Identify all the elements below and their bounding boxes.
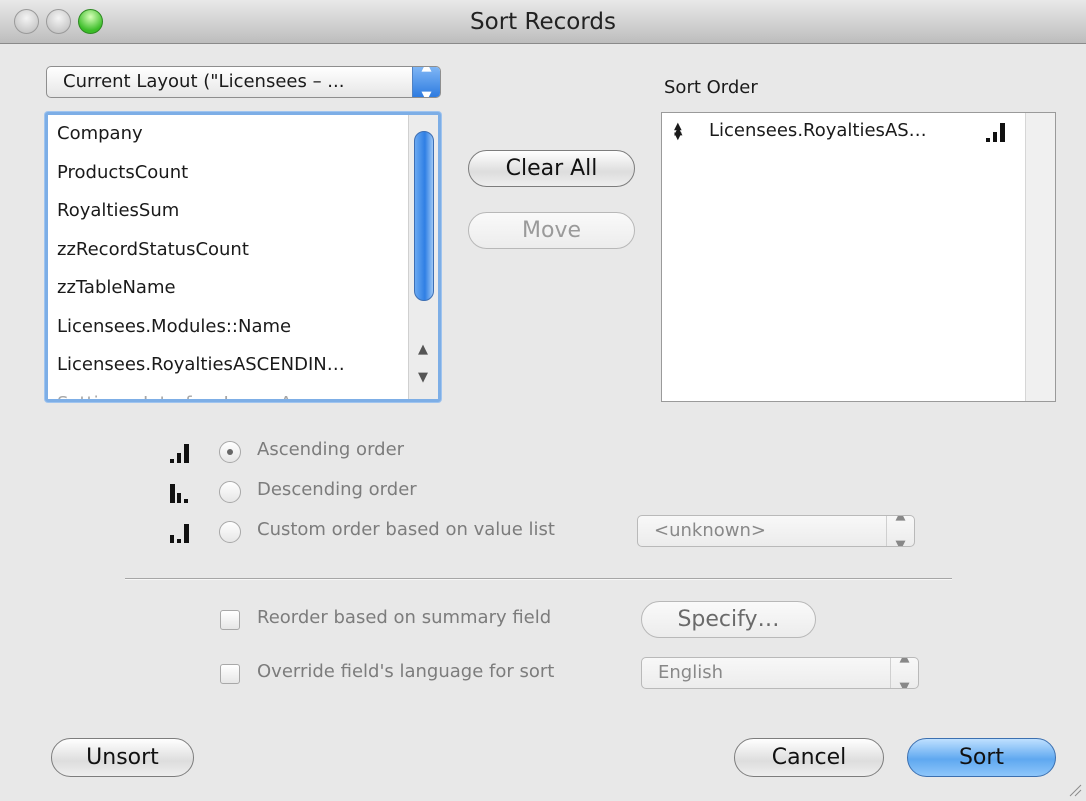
ascending-order-radio[interactable] xyxy=(219,441,241,463)
field-list-scrollbar[interactable]: ▲ ▼ xyxy=(408,115,438,399)
section-divider xyxy=(125,578,952,580)
sort-order-label: Sort Order xyxy=(664,77,758,98)
override-language-label: Override field's language for sort xyxy=(257,661,555,682)
field-list-item[interactable]: Licensees.RoyaltiesASCENDIN… xyxy=(48,346,403,385)
descending-order-label: Descending order xyxy=(257,479,417,500)
popup-arrows-icon: ▲ ▼ xyxy=(890,658,918,688)
ascending-order-label: Ascending order xyxy=(257,439,405,460)
custom-order-icon xyxy=(170,523,196,543)
sort-order-field: Licensees.RoyaltiesAS… xyxy=(709,120,927,141)
field-list-item[interactable]: zzTableName xyxy=(48,269,403,308)
field-list-item[interactable]: ProductsCount xyxy=(48,154,403,193)
field-list[interactable]: Company ProductsCount RoyaltiesSum zzRec… xyxy=(45,112,441,402)
layout-source-value: Current Layout ("Licensees – ... xyxy=(63,71,345,92)
descending-order-radio[interactable] xyxy=(219,481,241,503)
cancel-button[interactable]: Cancel xyxy=(734,738,884,777)
clear-all-button[interactable]: Clear All xyxy=(468,150,635,187)
popup-arrows-icon: ▲ ▼ xyxy=(886,516,914,546)
popup-arrows-icon: ▲ ▼ xyxy=(412,67,440,97)
custom-order-label: Custom order based on value list xyxy=(257,519,555,540)
value-list-popup[interactable]: <unknown> ▲ ▼ xyxy=(637,515,915,547)
field-list-item[interactable]: RoyaltiesSum xyxy=(48,192,403,231)
unsort-button[interactable]: Unsort xyxy=(51,738,194,777)
sort-order-scrollbar[interactable] xyxy=(1025,113,1055,401)
value-list-value: <unknown> xyxy=(654,520,766,541)
sort-order-item[interactable]: ▲ ▲ ▼ Licensees.RoyaltiesAS… xyxy=(662,113,1022,149)
reorder-summary-checkbox[interactable] xyxy=(220,610,240,630)
specify-button[interactable]: Specify… xyxy=(641,601,816,638)
move-button[interactable]: Move xyxy=(468,212,635,249)
scroll-up-arrow-icon[interactable]: ▲ xyxy=(409,342,437,357)
scrollbar-thumb[interactable] xyxy=(414,131,434,301)
ascending-order-icon xyxy=(986,122,1012,142)
field-list-item[interactable]: Licensees.Modules::Name xyxy=(48,308,403,347)
window-title: Sort Records xyxy=(470,9,616,35)
sort-button[interactable]: Sort xyxy=(907,738,1056,777)
language-popup[interactable]: English ▲ ▼ xyxy=(641,657,919,689)
field-list-item[interactable]: Company xyxy=(48,115,403,154)
ascending-order-icon xyxy=(170,443,196,463)
override-language-checkbox[interactable] xyxy=(220,664,240,684)
reorder-summary-label: Reorder based on summary field xyxy=(257,607,552,628)
dialog-content: Current Layout ("Licensees – ... ▲ ▼ Comp… xyxy=(0,45,1086,801)
field-list-item[interactable]: zzRecordStatusCount xyxy=(48,231,403,270)
descending-order-icon xyxy=(170,483,196,503)
drag-handle-icon: ▲ ▼ xyxy=(674,121,682,142)
field-list-item[interactable]: Settings::InterfaceImageArrow… xyxy=(48,385,403,400)
title-bar: Sort Records xyxy=(0,0,1086,44)
sort-order-list[interactable]: ▲ ▲ ▼ Licensees.RoyaltiesAS… xyxy=(661,112,1056,402)
layout-source-popup[interactable]: Current Layout ("Licensees – ... ▲ ▼ xyxy=(46,66,441,98)
custom-order-radio[interactable] xyxy=(219,521,241,543)
resize-grip-icon[interactable] xyxy=(1068,783,1082,797)
scroll-down-arrow-icon[interactable]: ▼ xyxy=(409,370,437,385)
language-value: English xyxy=(658,662,723,683)
